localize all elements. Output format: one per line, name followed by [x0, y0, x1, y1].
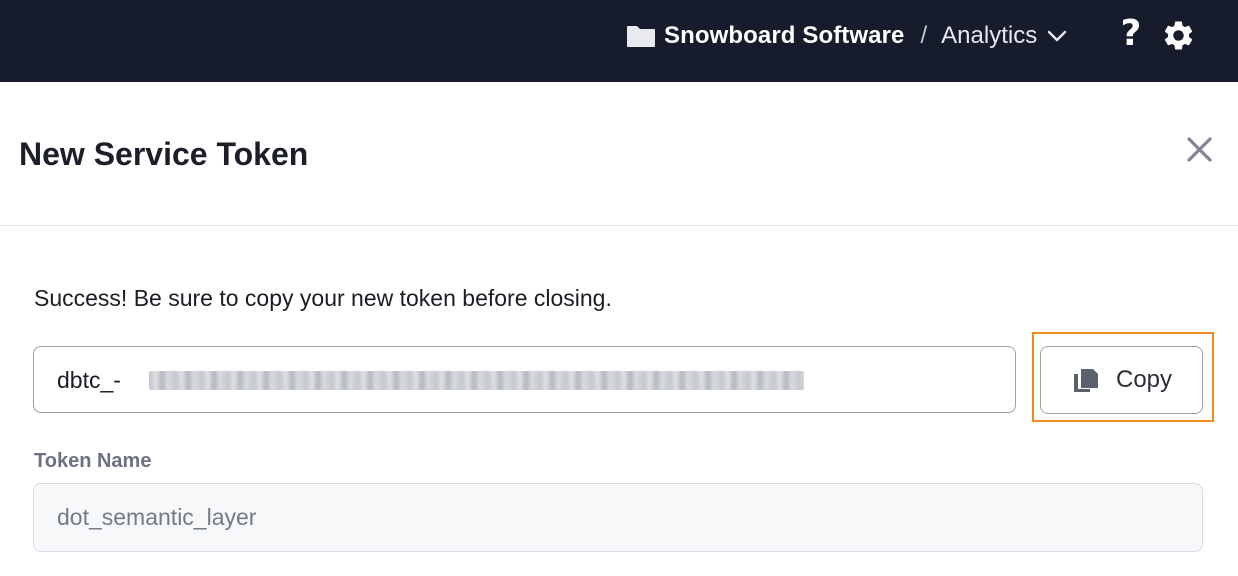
close-icon[interactable]: [1186, 136, 1213, 163]
success-message: Success! Be sure to copy your new token …: [34, 285, 612, 311]
gear-icon[interactable]: [1161, 18, 1196, 53]
modal-header-divider: [0, 225, 1238, 226]
breadcrumb: Snowboard Software / Analytics: [626, 0, 1067, 72]
chevron-down-icon[interactable]: [1047, 29, 1067, 43]
copy-button-label: Copy: [1115, 366, 1173, 393]
top-navigation-bar: Snowboard Software / Analytics ?: [0, 0, 1238, 82]
account-switcher[interactable]: Snowboard Software: [664, 22, 905, 50]
token-value-redacted: [149, 371, 804, 390]
copy-icon: [1073, 369, 1098, 392]
project-selector[interactable]: Analytics: [941, 22, 1037, 50]
token-name-label: Token Name: [34, 450, 152, 472]
token-value-field[interactable]: dbtc_-: [33, 346, 1016, 413]
copy-button[interactable]: Copy: [1040, 346, 1203, 414]
modal-title: New Service Token: [19, 136, 309, 172]
help-icon[interactable]: ?: [1118, 14, 1144, 54]
folder-icon: [627, 26, 655, 47]
breadcrumb-separator: /: [920, 22, 928, 49]
token-name-input[interactable]: [33, 483, 1203, 552]
token-value-prefix: dbtc_-: [57, 367, 121, 393]
